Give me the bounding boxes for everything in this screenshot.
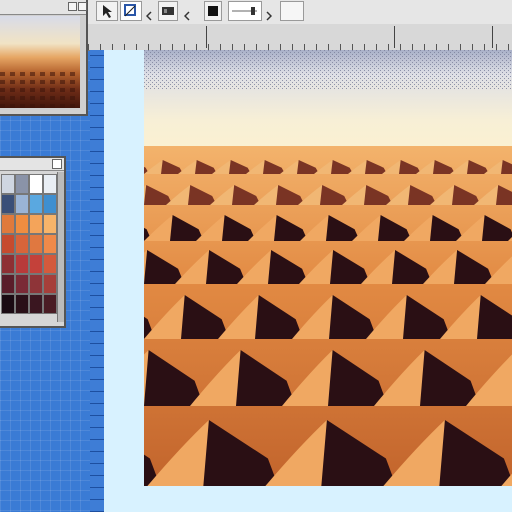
stop-icon[interactable] xyxy=(204,1,222,21)
color-swatch[interactable] xyxy=(1,174,15,194)
select-arrow-icon[interactable] xyxy=(96,1,118,21)
color-swatch[interactable] xyxy=(15,174,29,194)
color-swatch[interactable] xyxy=(43,254,57,274)
close-icon[interactable] xyxy=(52,159,62,169)
top-toolbar xyxy=(88,0,512,25)
color-swatch[interactable] xyxy=(1,254,15,274)
color-swatch[interactable] xyxy=(29,174,43,194)
color-palette-panel xyxy=(0,156,66,328)
close-icon[interactable] xyxy=(78,2,87,11)
desert-dunes-artwork xyxy=(144,50,512,486)
pixel-art-canvas[interactable] xyxy=(144,50,512,486)
color-swatch[interactable] xyxy=(43,234,57,254)
chevron-right-icon[interactable] xyxy=(266,6,273,21)
layer-icon[interactable] xyxy=(158,1,178,21)
crop-tool-icon[interactable] xyxy=(120,1,142,21)
color-swatch[interactable] xyxy=(43,274,57,294)
blank-tool-button[interactable] xyxy=(280,1,304,21)
color-swatch[interactable] xyxy=(15,294,29,314)
color-swatch[interactable] xyxy=(15,254,29,274)
navigator-titlebar[interactable] xyxy=(0,0,87,15)
horizontal-ruler xyxy=(88,24,512,51)
vertical-ruler xyxy=(90,50,104,512)
color-swatch[interactable] xyxy=(1,194,15,214)
palette-scrollbar[interactable] xyxy=(57,172,64,322)
color-swatch[interactable] xyxy=(43,214,57,234)
color-swatch[interactable] xyxy=(29,214,43,234)
color-swatch[interactable] xyxy=(43,294,57,314)
navigator-thumbnail[interactable] xyxy=(0,16,80,108)
color-swatch[interactable] xyxy=(29,294,43,314)
color-swatch[interactable] xyxy=(43,194,57,214)
color-swatch[interactable] xyxy=(29,254,43,274)
minimize-icon[interactable] xyxy=(68,2,77,11)
palette-titlebar[interactable] xyxy=(0,158,64,171)
chevron-left-icon[interactable] xyxy=(145,6,152,21)
color-swatch[interactable] xyxy=(1,234,15,254)
color-swatch[interactable] xyxy=(29,194,43,214)
color-swatch[interactable] xyxy=(15,194,29,214)
color-swatch[interactable] xyxy=(1,294,15,314)
color-swatch[interactable] xyxy=(29,274,43,294)
color-swatch[interactable] xyxy=(15,234,29,254)
color-swatch[interactable] xyxy=(15,274,29,294)
navigator-panel xyxy=(0,0,88,116)
color-swatch[interactable] xyxy=(43,174,57,194)
color-swatch[interactable] xyxy=(29,234,43,254)
slider-icon[interactable] xyxy=(228,1,262,21)
chevron-left-icon[interactable] xyxy=(183,6,190,21)
color-swatch[interactable] xyxy=(1,214,15,234)
color-swatch[interactable] xyxy=(15,214,29,234)
color-swatch[interactable] xyxy=(1,274,15,294)
